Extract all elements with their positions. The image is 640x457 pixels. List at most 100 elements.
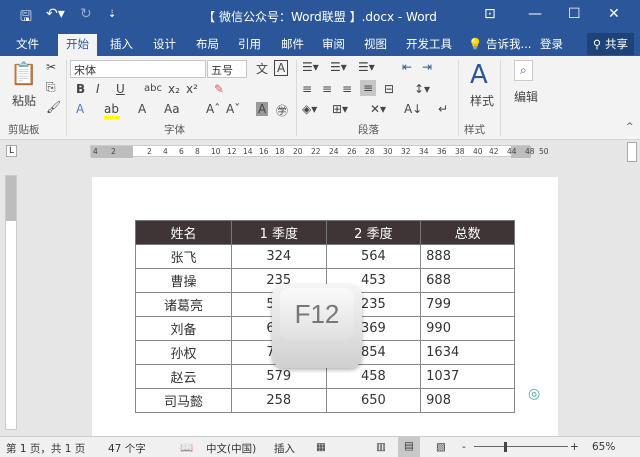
zoom-out-button[interactable]: - xyxy=(462,441,466,453)
table-cell[interactable]: 688 xyxy=(420,268,515,293)
decrease-indent-icon[interactable]: ⇤ xyxy=(402,60,412,74)
justify-icon[interactable]: ≡ xyxy=(360,80,377,96)
distributed-icon[interactable]: ⊟ xyxy=(384,82,394,96)
table-cell[interactable]: 650 xyxy=(325,388,422,413)
superscript-icon[interactable]: x² xyxy=(186,82,198,96)
tab-mailings[interactable]: 邮件 xyxy=(281,36,304,52)
table-cell[interactable]: 324 xyxy=(231,244,327,269)
table-cell[interactable]: 990 xyxy=(420,316,515,341)
styles-icon[interactable]: A xyxy=(470,60,488,90)
undo-icon[interactable]: ↶▾ xyxy=(46,6,65,22)
minimize-icon[interactable]: — xyxy=(528,6,542,22)
copy-icon[interactable]: ⎘ xyxy=(46,80,56,95)
tab-selector[interactable]: L xyxy=(6,145,18,157)
insert-mode[interactable]: 插入 xyxy=(274,441,295,456)
zoom-in-button[interactable]: + xyxy=(570,441,579,453)
web-layout-icon[interactable]: ▧ xyxy=(436,441,446,453)
table-cell[interactable]: 258 xyxy=(231,388,327,413)
align-left-icon[interactable]: ≡ xyxy=(302,82,312,96)
font-size-select[interactable]: 五号 xyxy=(207,60,247,78)
multilevel-list-icon[interactable]: ☰▾ xyxy=(358,60,375,74)
increase-indent-icon[interactable]: ⇥ xyxy=(422,60,432,74)
clear-format-icon[interactable]: ✎ xyxy=(214,82,224,96)
enclose-character-icon[interactable]: ㊫ xyxy=(276,102,288,119)
zoom-slider[interactable] xyxy=(474,446,568,447)
tab-home[interactable]: 开始 xyxy=(58,34,97,56)
login-link[interactable]: 登录 xyxy=(540,36,563,52)
zoom-level[interactable]: 65% xyxy=(592,441,615,453)
ribbon-display-icon[interactable]: ⊡ xyxy=(484,6,496,22)
table-cell[interactable]: 908 xyxy=(420,388,515,413)
table-cell[interactable]: 799 xyxy=(420,292,515,317)
redo-icon[interactable]: ↻ xyxy=(80,6,92,22)
table-cell[interactable]: 564 xyxy=(325,244,422,269)
font-name-select[interactable]: 宋体 xyxy=(70,60,206,78)
grow-font-icon[interactable]: Aˆ xyxy=(206,102,220,116)
table-cell[interactable]: 579 xyxy=(231,364,327,389)
proofing-icon[interactable]: 📖 xyxy=(180,441,193,454)
change-case-icon[interactable]: Aa xyxy=(164,102,180,116)
tell-me[interactable]: 💡 告诉我... xyxy=(468,36,531,52)
horizontal-ruler[interactable]: 4 2 2 4 6 8 10 12 14 16 18 20 22 24 26 28 30 32 34 36 38 40 42… xyxy=(90,145,549,158)
macro-icon[interactable]: ▦ xyxy=(316,441,326,453)
close-icon[interactable]: ✕ xyxy=(608,6,620,22)
paste-label[interactable]: 粘贴 xyxy=(12,92,36,109)
table-cell[interactable]: 1634 xyxy=(420,340,515,365)
underline-icon[interactable]: U xyxy=(116,82,125,96)
paste-icon[interactable]: 📋 xyxy=(10,62,37,87)
tab-review[interactable]: 审阅 xyxy=(322,36,345,52)
page-count[interactable]: 第 1 页，共 1 页 xyxy=(6,441,85,456)
vertical-scrollbar[interactable] xyxy=(624,140,640,433)
table-cell[interactable]: 诸葛亮 xyxy=(134,292,233,317)
zoom-slider-thumb[interactable] xyxy=(504,442,507,452)
phonetic-guide-icon[interactable]: 文 xyxy=(256,60,268,77)
line-spacing-icon[interactable]: ↕▾ xyxy=(414,82,430,96)
maximize-icon[interactable]: ☐ xyxy=(568,6,581,22)
save-icon[interactable]: 🖫 xyxy=(20,6,32,30)
word-count[interactable]: 47 个字 xyxy=(108,441,146,456)
strikethrough-icon[interactable]: abc xyxy=(144,83,162,94)
language[interactable]: 中文(中国) xyxy=(206,441,256,456)
print-layout-icon[interactable]: ▤ xyxy=(398,437,420,457)
cut-icon[interactable]: ✂ xyxy=(46,60,56,74)
highlight-icon[interactable]: ab xyxy=(104,102,119,119)
numbering-icon[interactable]: ☰▾ xyxy=(330,60,347,74)
share-button[interactable]: ⚲ 共享 xyxy=(586,33,634,55)
table-cell[interactable]: 孙权 xyxy=(134,340,233,365)
tab-design[interactable]: 设计 xyxy=(153,36,176,52)
subscript-icon[interactable]: x₂ xyxy=(168,82,180,96)
tab-developer[interactable]: 开发工具 xyxy=(406,36,452,52)
tab-layout[interactable]: 布局 xyxy=(196,36,219,52)
character-shading-icon[interactable]: A xyxy=(256,102,269,116)
bullets-icon[interactable]: ☰▾ xyxy=(302,60,319,74)
align-right-icon[interactable]: ≡ xyxy=(342,82,352,96)
table-cell[interactable]: 赵云 xyxy=(134,364,233,389)
find-icon[interactable]: ⌕ xyxy=(514,60,533,81)
show-marks-icon[interactable]: ↵ xyxy=(438,102,448,116)
customize-icon[interactable]: ⇣ xyxy=(108,9,116,20)
styles-label[interactable]: 样式 xyxy=(470,92,494,109)
text-effects-icon[interactable]: A xyxy=(76,102,84,116)
editing-label[interactable]: 编辑 xyxy=(514,88,538,105)
table-cell[interactable]: 司马懿 xyxy=(134,388,233,413)
font-color-icon[interactable]: A xyxy=(138,102,146,116)
table-cell[interactable]: 458 xyxy=(325,364,422,389)
table-cell[interactable]: 刘备 xyxy=(134,316,233,341)
italic-icon[interactable]: I xyxy=(96,82,100,96)
bold-icon[interactable]: B xyxy=(76,82,85,96)
chinese-layout-icon[interactable]: ✕▾ xyxy=(370,102,386,116)
character-border-icon[interactable]: A xyxy=(274,60,289,76)
table-cell[interactable]: 曹操 xyxy=(134,268,233,293)
tab-insert[interactable]: 插入 xyxy=(110,36,133,52)
table-cell[interactable]: 888 xyxy=(420,244,515,269)
shrink-font-icon[interactable]: Aˇ xyxy=(226,102,240,116)
shading-icon[interactable]: ◈▾ xyxy=(302,102,317,116)
sort-icon[interactable]: A↓ xyxy=(404,102,422,116)
tab-references[interactable]: 引用 xyxy=(238,36,261,52)
vertical-ruler[interactable] xyxy=(5,175,17,430)
tab-file[interactable]: 文件 xyxy=(16,36,39,52)
table-cell[interactable]: 张飞 xyxy=(134,244,233,269)
borders-icon[interactable]: ⊞▾ xyxy=(332,102,348,116)
table-cell[interactable]: 1037 xyxy=(420,364,515,389)
collapse-ribbon-icon[interactable]: ^ xyxy=(626,122,634,132)
